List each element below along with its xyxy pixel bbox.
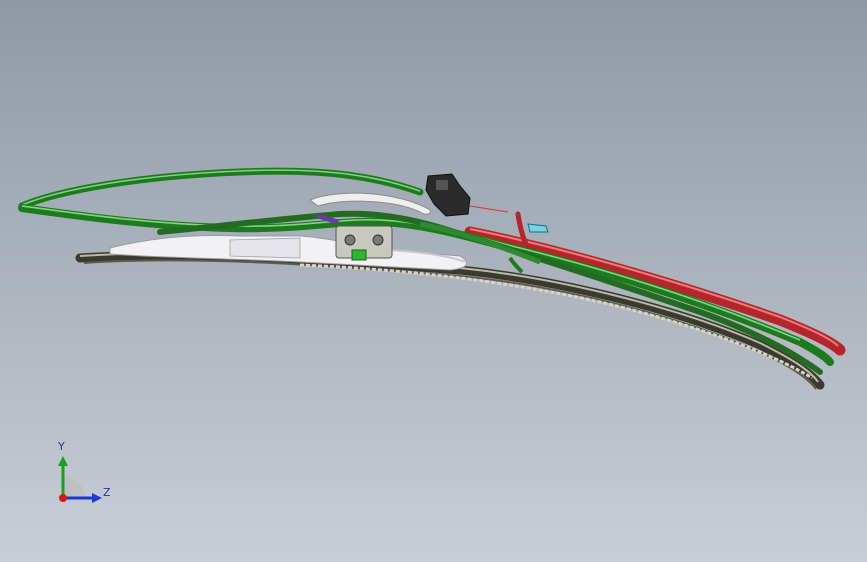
z-axis-arrow [92, 493, 102, 503]
y-axis-label: Y [58, 440, 65, 453]
x-axis-dot [59, 494, 67, 502]
triad-graphic [58, 456, 102, 503]
cad-viewport[interactable]: Y Z [0, 0, 867, 562]
y-axis-arrow [58, 456, 68, 466]
triad-plane [63, 476, 85, 498]
z-axis-label: Z [103, 486, 111, 499]
wiper-model[interactable] [0, 0, 867, 562]
center-mount[interactable] [335, 225, 393, 261]
orientation-triad[interactable]: Y Z [40, 436, 130, 516]
viewport-background [0, 0, 867, 562]
